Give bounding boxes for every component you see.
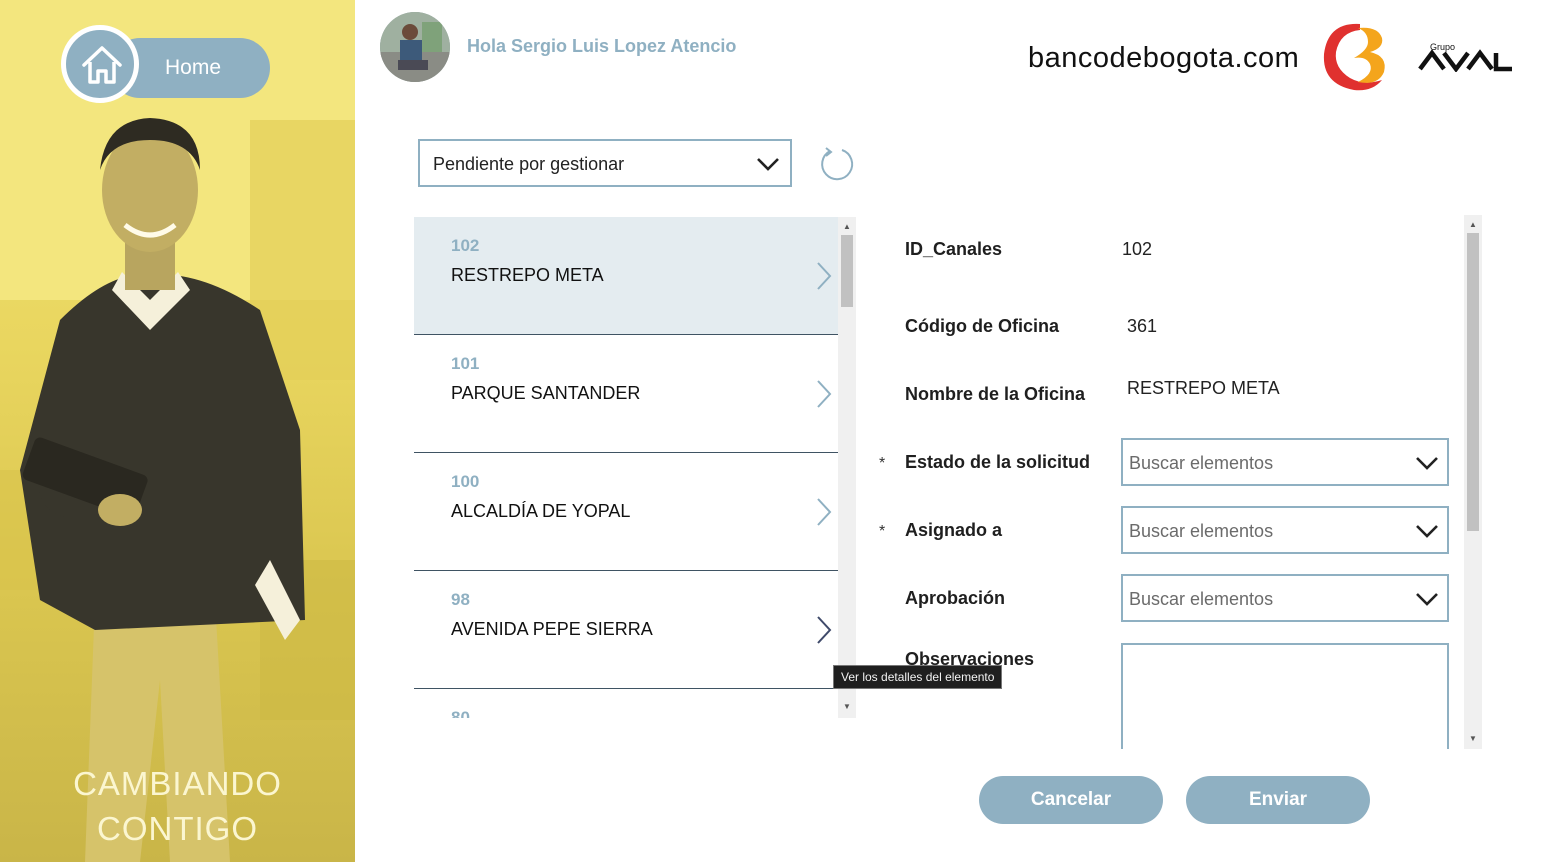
chevron-down-icon bbox=[757, 158, 779, 171]
brand-domain: bancodebogota.com bbox=[1028, 42, 1300, 74]
id-canales-value: 102 bbox=[1122, 239, 1153, 259]
estado-solicitud-combobox[interactable]: Buscar elementos bbox=[1121, 438, 1449, 486]
list-item-name: AVENIDA PEPE SIERRA bbox=[451, 619, 653, 639]
chevron-down-icon bbox=[1416, 525, 1438, 538]
list-item-id: 101 bbox=[451, 354, 480, 373]
codigo-oficina-label: Código de Oficina bbox=[905, 316, 1060, 336]
list-item-id: 100 bbox=[451, 472, 480, 491]
hero-photo bbox=[0, 0, 355, 862]
chevron-right-icon[interactable] bbox=[815, 497, 833, 527]
aprobacion-placeholder: Buscar elementos bbox=[1129, 589, 1274, 609]
required-marker: * bbox=[879, 523, 886, 540]
scroll-down-arrow-icon[interactable]: ▼ bbox=[1464, 731, 1482, 747]
home-label[interactable]: Home bbox=[165, 56, 221, 80]
list-item[interactable]: 98 AVENIDA PEPE SIERRA bbox=[414, 571, 838, 689]
list-item[interactable]: 100 ALCALDÍA DE YOPAL bbox=[414, 453, 838, 571]
list-item-name: ALCALDÍA DE YOPAL bbox=[451, 501, 631, 521]
list-item[interactable]: 80 bbox=[414, 689, 838, 718]
tagline-line-1: CAMBIANDO bbox=[73, 765, 282, 802]
form-scroll-thumb[interactable] bbox=[1467, 233, 1479, 531]
cancel-button[interactable]: Cancelar bbox=[979, 776, 1163, 824]
avatar bbox=[380, 12, 450, 82]
list-item[interactable]: 101 PARQUE SANTANDER bbox=[414, 335, 838, 453]
id-canales-label: ID_Canales bbox=[905, 239, 1003, 259]
list-item[interactable]: 102 RESTREPO META bbox=[414, 217, 838, 335]
app-root: Home CAMBIANDO CONTIGO Hola Sergio Luis … bbox=[0, 0, 1541, 862]
status-filter-value: Pendiente por gestionar bbox=[433, 154, 625, 174]
codigo-oficina-value: 361 bbox=[1127, 316, 1158, 336]
scroll-up-arrow-icon[interactable]: ▲ bbox=[1464, 217, 1482, 233]
aprobacion-combobox[interactable]: Buscar elementos bbox=[1121, 574, 1449, 622]
list-scroll-thumb[interactable] bbox=[841, 235, 853, 307]
chevron-right-icon[interactable] bbox=[815, 379, 833, 409]
banco-de-bogota-logo bbox=[1323, 23, 1385, 91]
estado-solicitud-placeholder: Buscar elementos bbox=[1129, 453, 1274, 473]
item-details-tooltip: Ver los detalles del elemento bbox=[833, 665, 1003, 689]
nombre-oficina-value: RESTREPO META bbox=[1127, 378, 1280, 398]
observaciones-textarea[interactable] bbox=[1121, 643, 1449, 749]
list-scrollbar[interactable]: ▲ ▼ bbox=[838, 217, 856, 718]
chevron-down-icon bbox=[1416, 593, 1438, 606]
nombre-oficina-label: Nombre de la Oficina bbox=[905, 384, 1086, 404]
list-item-id: 98 bbox=[451, 590, 470, 609]
chevron-down-icon bbox=[1416, 457, 1438, 470]
list-item-id: 102 bbox=[451, 236, 480, 255]
list-item-name: RESTREPO META bbox=[451, 265, 604, 285]
home-icon-button[interactable] bbox=[61, 25, 139, 103]
left-hero-panel: Home CAMBIANDO CONTIGO bbox=[0, 0, 355, 862]
aval-small-text: Grupo bbox=[1430, 42, 1456, 52]
scroll-down-arrow-icon[interactable]: ▼ bbox=[838, 699, 856, 715]
home-icon bbox=[82, 46, 122, 84]
office-list: 102 RESTREPO META 101 PARQUE SANTANDER 1… bbox=[414, 217, 838, 718]
refresh-icon[interactable] bbox=[818, 145, 856, 183]
tagline-line-2: CONTIGO bbox=[97, 810, 258, 847]
send-button[interactable]: Enviar bbox=[1186, 776, 1370, 824]
chevron-right-icon[interactable] bbox=[815, 615, 833, 645]
asignado-combobox[interactable]: Buscar elementos bbox=[1121, 506, 1449, 554]
list-item-id: 80 bbox=[451, 708, 470, 718]
asignado-label: Asignado a bbox=[905, 520, 1003, 540]
scroll-up-arrow-icon[interactable]: ▲ bbox=[838, 219, 856, 235]
list-item-name: PARQUE SANTANDER bbox=[451, 383, 641, 403]
required-marker: * bbox=[879, 455, 886, 472]
grupo-aval-logo: Grupo bbox=[1418, 42, 1514, 77]
greeting-text: Hola Sergio Luis Lopez Atencio bbox=[467, 36, 737, 56]
status-filter-dropdown[interactable]: Pendiente por gestionar bbox=[418, 139, 792, 187]
aprobacion-label: Aprobación bbox=[905, 588, 1006, 608]
estado-solicitud-label: Estado de la solicitud bbox=[905, 452, 1091, 472]
asignado-placeholder: Buscar elementos bbox=[1129, 521, 1274, 541]
form-scrollbar[interactable]: ▲ ▼ bbox=[1464, 215, 1482, 749]
chevron-right-icon[interactable] bbox=[815, 261, 833, 291]
